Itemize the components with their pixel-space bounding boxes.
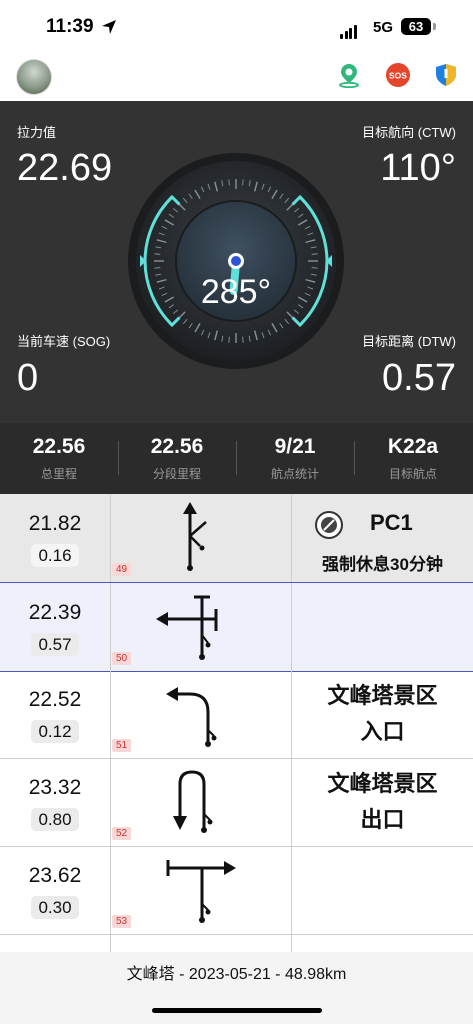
shield-icon[interactable]: [433, 62, 459, 88]
status-bar: 11:39 5G 63: [0, 0, 473, 55]
row-segment: 0.12: [31, 720, 79, 743]
row-note: 强制休息30分钟: [322, 555, 443, 574]
sos-icon[interactable]: SOS: [385, 62, 411, 88]
row-note-line1: 文峰塔景区: [327, 683, 438, 708]
home-indicator[interactable]: [152, 1008, 322, 1013]
row-index: 50: [112, 652, 132, 665]
table-row[interactable]: [0, 934, 473, 952]
footer-bar: 文峰塔 - 2023-05-21 - 48.98km: [0, 952, 473, 1024]
ctw-value: 110°: [380, 147, 456, 189]
compass-tick: [311, 253, 318, 255]
compass-tick: [242, 179, 244, 186]
stats-bar: 22.56 总里程 22.56 分段里程 9/21 航点统计 K22a 目标航点: [0, 423, 473, 494]
row-note-line2: 入口: [360, 719, 405, 744]
pull-value: 22.69: [17, 147, 113, 189]
compass-tick: [154, 253, 161, 255]
row-index: 49: [112, 563, 132, 576]
row-note-line1: 文峰塔景区: [327, 771, 438, 796]
map-pin-icon[interactable]: [336, 62, 362, 88]
row-distance: 23.62: [28, 864, 82, 887]
row-distance: 23.32: [28, 776, 82, 799]
ctw-label: 目标航向 (CTW): [362, 125, 456, 140]
table-row[interactable]: 22.52 0.12 51 文峰塔景区 入口: [0, 670, 473, 759]
t-junction-right-icon: [166, 860, 236, 923]
stat-waypoints: 9/21 航点统计: [270, 435, 319, 481]
sog-value: 0: [17, 357, 39, 399]
table-row[interactable]: 23.62 0.30 53: [0, 846, 473, 935]
row-index: 52: [112, 827, 132, 840]
status-time: 11:39: [46, 16, 94, 37]
heading-value: 285°: [201, 273, 271, 311]
table-row-selected[interactable]: 22.39 0.57 50: [0, 582, 473, 672]
signal-icon: [340, 21, 358, 39]
compass-tick: [242, 336, 244, 343]
row-distance: 22.39: [28, 601, 82, 624]
dtw-value: 0.57: [382, 357, 456, 399]
row-segment: 0.16: [31, 544, 79, 567]
dtw-label: 目标距离 (DTW): [362, 334, 456, 349]
compass-gauge: 285°: [128, 153, 344, 369]
avatar[interactable]: [16, 59, 52, 95]
sog-label: 当前车速 (SOG): [17, 334, 111, 349]
svg-text:SOS: SOS: [389, 71, 407, 81]
compass-tick: [228, 336, 230, 343]
pull-label: 拉力值: [17, 125, 57, 140]
turn-left-cross-icon: [156, 595, 218, 660]
compass-tick: [228, 179, 230, 186]
row-distance: 22.52: [28, 688, 82, 711]
row-segment: 0.80: [31, 808, 79, 831]
dashboard-panel: 拉力值 22.69 目标航向 (CTW) 110° 当前车速 (SOG) 0 目…: [0, 101, 473, 423]
stat-target-waypoint: K22a 目标航点: [387, 435, 439, 481]
row-segment: 0.57: [31, 633, 79, 656]
top-bar: SOS: [0, 55, 473, 101]
u-turn-icon: [173, 770, 213, 833]
stat-segment-distance: 22.56 分段里程: [150, 435, 204, 481]
location-arrow-icon: [102, 20, 116, 34]
battery-icon: 63: [401, 18, 431, 35]
row-distance: 21.82: [28, 512, 82, 535]
table-row[interactable]: 23.32 0.80 52 文峰塔景区 出口: [0, 758, 473, 847]
stat-total-distance: 22.56 总里程: [32, 435, 86, 481]
compass-tick: [311, 267, 318, 269]
row-index: 51: [112, 739, 132, 752]
battery-cap: [433, 23, 436, 30]
network-label: 5G: [373, 19, 394, 36]
checkpoint-icon: [315, 511, 343, 539]
route-summary: 文峰塔 - 2023-05-21 - 48.98km: [126, 966, 347, 983]
turn-left-icon: [166, 687, 217, 747]
row-index: 53: [112, 915, 132, 928]
row-note-line2: 出口: [360, 807, 405, 832]
roadbook-table: 21.82 0.16 49 PC1 强制休息30分钟 22.39 0.57 50…: [0, 494, 473, 952]
row-segment: 0.30: [31, 896, 79, 919]
table-row[interactable]: 21.82 0.16 49 PC1 强制休息30分钟: [0, 494, 473, 583]
row-title: PC1: [370, 510, 413, 535]
compass-tick: [154, 267, 161, 269]
straight-fork-right-icon: [183, 502, 207, 571]
